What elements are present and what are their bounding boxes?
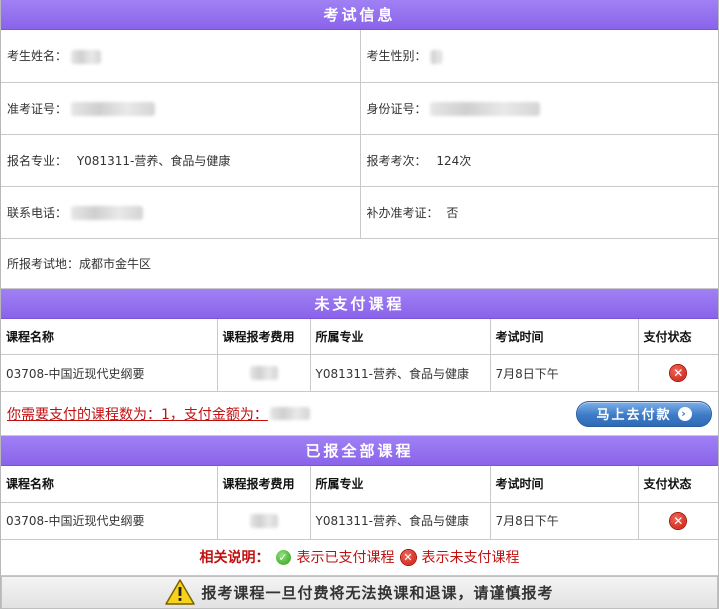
phone-label: 联系电话： [7, 205, 68, 220]
location-cell: 所报考试地：成都市金牛区 [1, 238, 718, 289]
name-value-redacted [70, 49, 101, 64]
name-label: 考生姓名： [7, 49, 68, 64]
pay-status-cell: ✕ [638, 354, 718, 392]
col-exam-time: 考试时间 [490, 318, 639, 355]
major-cell: 报名专业： Y081311-营养、食品与健康 [1, 134, 361, 187]
table-header-row: 课程名称 课程报考费用 所属专业 考试时间 支付状态 [1, 466, 718, 503]
gender-label: 考生性别： [366, 49, 427, 64]
table-row: 03708-中国近现代史纲要 Y081311-营养、食品与健康 7月8日下午 ✕ [1, 354, 718, 392]
warning-icon [165, 579, 196, 605]
col-fee: 课程报考费用 [217, 466, 311, 503]
location-value: 成都市金牛区 [79, 256, 152, 271]
phone-cell: 联系电话： [1, 186, 361, 239]
course-name: 03708-中国近现代史纲要 [1, 354, 218, 392]
ticket-cell: 准考证号： [1, 82, 361, 135]
col-major: 所属专业 [310, 318, 491, 355]
warning-text: 报考课程一旦付费将无法换课和退课，请谨慎报考 [201, 583, 554, 602]
legend-paid-text: 表示已支付课程 [296, 550, 395, 566]
col-course-name: 课程名称 [1, 466, 218, 503]
pay-now-button[interactable]: 马上去付款 › [576, 400, 712, 427]
course-major: Y081311-营养、食品与健康 [310, 502, 491, 540]
major-label: 报名专业： [7, 153, 68, 168]
fee-cell [217, 502, 311, 540]
gender-cell: 考生性别： [360, 30, 718, 83]
check-icon: ✓ [275, 549, 291, 565]
pay-summary-text: 你需要支付的课程数为：1，支付金额为： [7, 406, 268, 423]
session-cell: 报考考次： 124次 [360, 134, 718, 187]
arrow-right-icon: › [677, 406, 692, 421]
fee-value-redacted [249, 366, 278, 381]
pay-amount-redacted [269, 407, 310, 420]
name-cell: 考生姓名： [1, 30, 361, 83]
x-icon: ✕ [670, 512, 687, 529]
col-pay-status: 支付状态 [638, 466, 718, 503]
warning-banner: 报考课程一旦付费将无法换课和退课，请谨慎报考 [1, 575, 718, 609]
reissue-value: 否 [446, 205, 459, 220]
x-icon: ✕ [400, 549, 416, 565]
exam-time: 7月8日下午 [490, 502, 639, 540]
col-major: 所属专业 [310, 466, 491, 503]
col-course-name: 课程名称 [1, 318, 218, 355]
registered-courses-table: 课程名称 课程报考费用 所属专业 考试时间 支付状态 03708-中国近现代史纲… [1, 466, 718, 540]
fee-cell [217, 354, 311, 392]
session-label: 报考考次： [366, 153, 427, 168]
ticket-label: 准考证号： [7, 101, 68, 116]
unpaid-courses-table: 课程名称 课程报考费用 所属专业 考试时间 支付状态 03708-中国近现代史纲… [1, 318, 718, 392]
phone-value-redacted [70, 206, 143, 220]
col-exam-time: 考试时间 [490, 466, 639, 503]
exam-registration-page: 考试信息 考生姓名： 考生性别： 准考证号： 身份证号： 报名专业： Y0813… [0, 0, 719, 609]
location-label: 所报考试地： [7, 256, 80, 271]
registered-courses-header: 已报全部课程 [1, 436, 718, 466]
reissue-cell: 补办准考证： 否 [360, 186, 718, 239]
col-pay-status: 支付状态 [638, 318, 718, 355]
gender-value-redacted [430, 49, 443, 64]
legend: 相关说明： ✓ 表示已支付课程 ✕ 表示未支付课程 [1, 540, 718, 576]
id-cell: 身份证号： [360, 82, 718, 135]
session-value: 124次 [436, 153, 472, 168]
id-label: 身份证号： [366, 101, 427, 116]
exam-info-table: 考生姓名： 考生性别： 准考证号： 身份证号： 报名专业： Y081311-营养… [1, 30, 718, 289]
x-icon: ✕ [670, 365, 687, 381]
reissue-label: 补办准考证： [366, 205, 439, 220]
pay-status-cell: ✕ [638, 502, 718, 540]
legend-title: 相关说明： [199, 550, 270, 566]
pay-summary: 你需要支付的课程数为：1，支付金额为： [7, 404, 310, 424]
exam-time: 7月8日下午 [490, 354, 639, 392]
table-header-row: 课程名称 课程报考费用 所属专业 考试时间 支付状态 [1, 318, 718, 355]
ticket-value-redacted [70, 102, 155, 116]
id-value-redacted [430, 102, 541, 116]
col-fee: 课程报考费用 [217, 318, 311, 355]
course-name: 03708-中国近现代史纲要 [1, 502, 218, 540]
table-row: 03708-中国近现代史纲要 Y081311-营养、食品与健康 7月8日下午 ✕ [1, 502, 718, 540]
pay-summary-row: 你需要支付的课程数为：1，支付金额为： 马上去付款 › [1, 392, 718, 436]
fee-value-redacted [249, 513, 278, 528]
course-major: Y081311-营养、食品与健康 [310, 354, 491, 392]
legend-unpaid-text: 表示未支付课程 [421, 550, 520, 566]
exam-info-header: 考试信息 [1, 0, 718, 30]
pay-now-label: 马上去付款 [596, 408, 672, 423]
unpaid-courses-header: 未支付课程 [1, 288, 718, 319]
major-value: Y081311-营养、食品与健康 [76, 153, 231, 168]
